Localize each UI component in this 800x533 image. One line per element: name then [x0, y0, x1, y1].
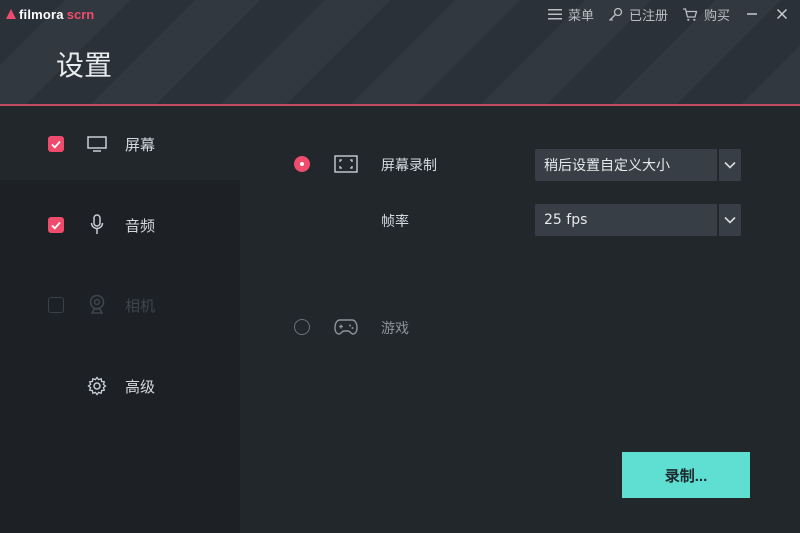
cart-icon: [682, 7, 698, 21]
sidebar-item-label: 音频: [125, 216, 156, 235]
sidebar-item-advanced[interactable]: 高级: [0, 350, 240, 422]
top-menu: 菜单 已注册 购买: [547, 2, 790, 26]
app-logo: filmora scrn: [6, 5, 94, 23]
capture-frame-icon: [334, 154, 358, 174]
chevron-down-icon: [717, 149, 741, 181]
chevron-down-icon: [717, 204, 741, 236]
record-button-label: 录制...: [664, 467, 708, 485]
main-panel: 屏幕录制 稍后设置自定义大小 帧率 25 fps 游戏 录制...: [240, 108, 800, 533]
buy-button[interactable]: 购买: [682, 5, 730, 24]
checkmark-icon: [51, 140, 61, 149]
sidebar-item-label: 高级: [125, 377, 156, 396]
gear-icon: [86, 375, 108, 397]
page-title: 设置: [56, 49, 113, 82]
screen-record-radio[interactable]: [294, 156, 310, 172]
close-icon: [776, 8, 788, 20]
key-icon: [609, 7, 623, 21]
game-label: 游戏: [381, 321, 409, 337]
sidebar-item-label: 屏幕: [125, 135, 156, 154]
screen-checkbox[interactable]: [48, 136, 64, 152]
fps-select-value: 25 fps: [544, 212, 588, 228]
camera-checkbox[interactable]: [48, 297, 64, 313]
audio-checkbox[interactable]: [48, 217, 64, 233]
game-radio[interactable]: [294, 319, 310, 335]
menu-button[interactable]: 菜单: [547, 5, 594, 24]
buy-label: 购买: [703, 8, 730, 24]
menu-label: 菜单: [567, 8, 594, 24]
record-button[interactable]: 录制...: [622, 452, 750, 498]
sidebar-item-label: 相机: [125, 296, 156, 315]
minimize-icon: [747, 13, 757, 15]
logo-mark-icon: [6, 8, 16, 20]
register-label: 已注册: [628, 8, 668, 24]
screen-record-label: 屏幕录制: [381, 158, 437, 174]
minimize-button[interactable]: [744, 6, 760, 22]
logo-sub-text: scrn: [66, 6, 95, 22]
sidebar-item-screen[interactable]: 屏幕: [0, 108, 240, 180]
close-button[interactable]: [774, 6, 790, 22]
logo-text: filmora: [19, 6, 64, 22]
size-select[interactable]: 稍后设置自定义大小: [535, 149, 741, 181]
sidebar-item-audio[interactable]: 音频: [0, 189, 240, 261]
header: filmora scrn 设置 菜单 已注册 购买: [0, 0, 800, 106]
sidebar: 屏幕 音频 相机 高级: [0, 108, 240, 533]
fps-label: 帧率: [381, 214, 409, 230]
checkmark-icon: [51, 221, 61, 230]
microphone-icon: [86, 214, 108, 236]
register-button[interactable]: 已注册: [608, 5, 668, 24]
gamepad-icon: [334, 317, 358, 337]
monitor-icon: [86, 133, 108, 155]
size-select-value: 稍后设置自定义大小: [544, 158, 670, 174]
hamburger-icon: [547, 9, 562, 20]
webcam-icon: [86, 294, 108, 316]
sidebar-item-camera[interactable]: 相机: [0, 269, 240, 341]
fps-select[interactable]: 25 fps: [535, 204, 741, 236]
